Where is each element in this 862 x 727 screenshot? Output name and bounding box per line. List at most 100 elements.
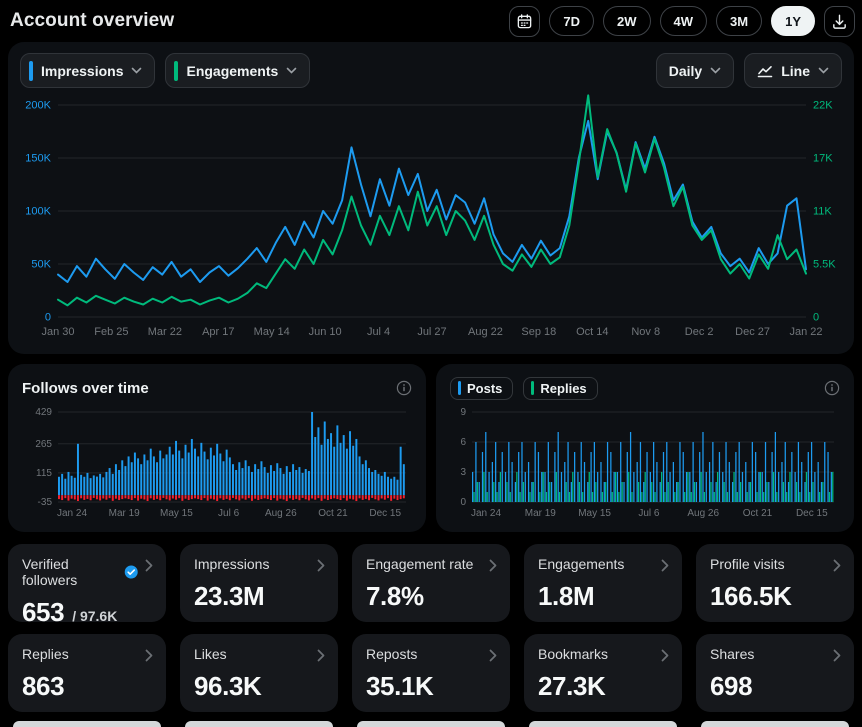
granularity-dropdown[interactable]: Daily bbox=[656, 53, 734, 88]
card-value: 1.8M bbox=[538, 581, 594, 612]
svg-text:115: 115 bbox=[36, 468, 52, 479]
chevron-right-icon bbox=[489, 649, 497, 662]
card-value: 7.8% bbox=[366, 581, 424, 612]
svg-text:5.5K: 5.5K bbox=[813, 259, 836, 271]
granularity-label: Daily bbox=[669, 63, 702, 79]
svg-text:-35: -35 bbox=[38, 497, 53, 508]
metric-card-shares[interactable]: Shares 698 bbox=[696, 634, 854, 712]
card-total-suffix: / 97.6K bbox=[72, 608, 117, 624]
svg-text:Sep 18: Sep 18 bbox=[521, 326, 556, 338]
range-button-3m[interactable]: 3M bbox=[716, 6, 762, 36]
impressions-engagements-line-chart[interactable]: 0050K5.5K100K11K150K17K200K22KJan 30Feb … bbox=[20, 91, 842, 343]
metric-card-likes[interactable]: Likes 96.3K bbox=[180, 634, 338, 712]
chart-controls-row: Impressions Engagements Daily Line bbox=[20, 53, 842, 88]
metric-card-profile-visits[interactable]: Profile visits 166.5K bbox=[696, 544, 854, 622]
metric-card-bookmarks[interactable]: Bookmarks27.3K bbox=[524, 634, 682, 712]
chevron-right-icon bbox=[833, 559, 841, 572]
svg-text:Jan 24: Jan 24 bbox=[57, 508, 87, 519]
svg-text:429: 429 bbox=[35, 407, 52, 418]
card-peek bbox=[185, 721, 333, 727]
info-icon[interactable] bbox=[824, 380, 840, 396]
impressions-dropdown-label: Impressions bbox=[41, 63, 123, 79]
range-button-7d[interactable]: 7D bbox=[549, 6, 594, 36]
svg-text:Aug 26: Aug 26 bbox=[687, 508, 719, 519]
svg-text:May 15: May 15 bbox=[160, 508, 193, 519]
svg-text:150K: 150K bbox=[25, 153, 51, 165]
svg-text:Dec 15: Dec 15 bbox=[369, 508, 401, 519]
svg-text:Oct 21: Oct 21 bbox=[318, 508, 348, 519]
chevron-down-icon bbox=[710, 67, 721, 74]
download-button[interactable] bbox=[824, 6, 855, 37]
range-button-4w[interactable]: 4W bbox=[660, 6, 708, 36]
header: Account overview 7D 2W 4W 3M 1Y bbox=[0, 0, 862, 42]
chevron-right-icon bbox=[145, 559, 153, 572]
metric-card-engagements[interactable]: Engagements 1.8M bbox=[524, 544, 682, 622]
svg-text:0: 0 bbox=[460, 497, 466, 508]
posts-replies-bar-chart[interactable]: 9630Jan 24Mar 19May 15Jul 6Aug 26Oct 21D… bbox=[450, 404, 840, 522]
chevron-down-icon bbox=[286, 67, 297, 74]
replies-legend-chip[interactable]: Replies bbox=[523, 377, 597, 400]
svg-text:Jul 4: Jul 4 bbox=[367, 326, 390, 338]
impressions-metric-dropdown[interactable]: Impressions bbox=[20, 53, 155, 88]
card-value: 863 bbox=[22, 671, 64, 702]
card-value: 35.1K bbox=[366, 671, 433, 702]
svg-text:Nov 8: Nov 8 bbox=[631, 326, 660, 338]
range-button-2w[interactable]: 2W bbox=[603, 6, 651, 36]
card-label: Verified followers bbox=[22, 556, 118, 588]
card-value: 698 bbox=[710, 671, 752, 702]
card-value: 166.5K bbox=[710, 581, 791, 612]
svg-text:Jun 10: Jun 10 bbox=[309, 326, 342, 338]
main-chart-panel: Impressions Engagements Daily Line bbox=[8, 42, 854, 354]
follows-panel-title: Follows over time bbox=[22, 380, 149, 397]
calendar-button[interactable] bbox=[509, 6, 540, 37]
svg-text:50K: 50K bbox=[31, 259, 51, 271]
card-peek bbox=[701, 721, 849, 727]
card-label: Profile visits bbox=[710, 556, 785, 572]
card-label: Shares bbox=[710, 646, 754, 662]
svg-text:17K: 17K bbox=[813, 153, 833, 165]
chevron-down-icon bbox=[818, 67, 829, 74]
svg-text:Mar 22: Mar 22 bbox=[148, 326, 182, 338]
metric-card-reposts[interactable]: Reposts 35.1K bbox=[352, 634, 510, 712]
metric-card-replies[interactable]: Replies 863 bbox=[8, 634, 166, 712]
svg-text:265: 265 bbox=[35, 439, 52, 450]
metric-card-engagement-rate[interactable]: Engagement rate7.8% bbox=[352, 544, 510, 622]
svg-text:0: 0 bbox=[45, 312, 51, 324]
svg-text:3: 3 bbox=[460, 467, 466, 478]
chevron-right-icon bbox=[489, 559, 497, 572]
info-icon[interactable] bbox=[396, 380, 412, 396]
chevron-right-icon bbox=[317, 559, 325, 572]
svg-text:May 15: May 15 bbox=[578, 508, 611, 519]
svg-text:Jul 6: Jul 6 bbox=[638, 508, 660, 519]
svg-text:Dec 15: Dec 15 bbox=[796, 508, 828, 519]
svg-text:May 14: May 14 bbox=[254, 326, 290, 338]
svg-text:Jul 6: Jul 6 bbox=[218, 508, 240, 519]
range-button-1y-selected[interactable]: 1Y bbox=[771, 6, 815, 36]
chart-type-dropdown[interactable]: Line bbox=[744, 53, 842, 88]
posts-legend-chip[interactable]: Posts bbox=[450, 377, 513, 400]
card-label: Replies bbox=[22, 646, 69, 662]
svg-text:Jan 22: Jan 22 bbox=[789, 326, 822, 338]
card-label: Engagements bbox=[538, 556, 624, 572]
svg-text:Oct 14: Oct 14 bbox=[576, 326, 608, 338]
chevron-right-icon bbox=[661, 559, 669, 572]
svg-text:Dec 27: Dec 27 bbox=[735, 326, 770, 338]
replies-legend-label: Replies bbox=[540, 381, 586, 396]
card-label: Likes bbox=[194, 646, 227, 662]
card-label: Bookmarks bbox=[538, 646, 608, 662]
page-title: Account overview bbox=[10, 10, 174, 32]
card-peek bbox=[357, 721, 505, 727]
svg-text:100K: 100K bbox=[25, 206, 51, 218]
calendar-icon bbox=[516, 13, 533, 30]
card-label: Reposts bbox=[366, 646, 417, 662]
date-range-controls: 7D 2W 4W 3M 1Y bbox=[509, 6, 855, 37]
engagements-color-bar bbox=[174, 61, 178, 81]
chevron-right-icon bbox=[661, 649, 669, 662]
metric-card-verified-followers[interactable]: Verified followers653/ 97.6K bbox=[8, 544, 166, 622]
svg-text:0: 0 bbox=[813, 312, 819, 324]
svg-text:Jan 30: Jan 30 bbox=[41, 326, 74, 338]
metric-card-impressions[interactable]: Impressions23.3M bbox=[180, 544, 338, 622]
follows-bar-chart[interactable]: 429265115-35Jan 24Mar 19May 15Jul 6Aug 2… bbox=[22, 404, 412, 522]
engagements-metric-dropdown[interactable]: Engagements bbox=[165, 53, 310, 88]
card-value: 96.3K bbox=[194, 671, 261, 702]
